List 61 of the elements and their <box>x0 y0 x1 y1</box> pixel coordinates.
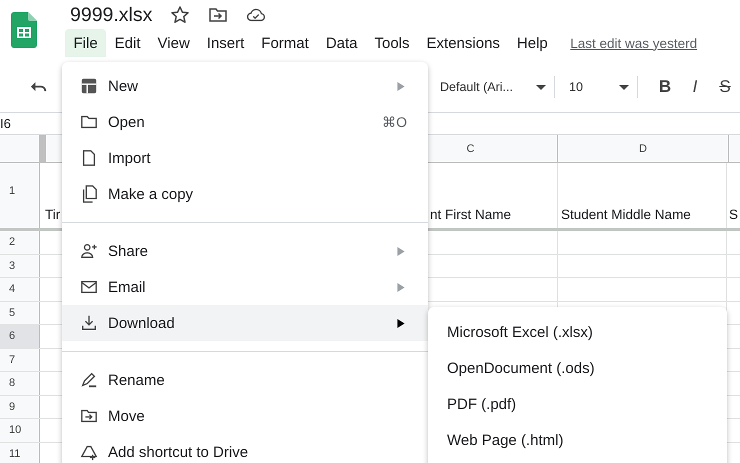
menu-item[interactable]: Edit <box>106 29 150 57</box>
row-header[interactable]: 6 <box>0 325 40 348</box>
star-icon[interactable] <box>170 5 190 25</box>
menu-item[interactable]: Tools <box>366 29 418 57</box>
menu-option[interactable]: Move <box>62 398 428 434</box>
name-box[interactable]: I6 <box>0 116 11 131</box>
row-header[interactable]: 5 <box>0 302 40 324</box>
menu-option[interactable]: Add shortcut to Drive <box>62 434 428 463</box>
row-header[interactable]: 10 <box>0 419 40 442</box>
menu-item[interactable]: Extensions <box>418 29 508 57</box>
menu-item[interactable]: File <box>65 29 106 57</box>
menu-option[interactable]: Share <box>62 233 428 269</box>
row-header[interactable]: 8 <box>0 372 40 394</box>
row-header[interactable]: 1 <box>0 163 40 228</box>
table-cell: Student Middle Name <box>557 163 726 228</box>
caret-icon <box>536 84 546 90</box>
menu-option[interactable]: Web Page (.html) <box>428 422 727 458</box>
row-header[interactable]: 9 <box>0 396 40 418</box>
menu-item[interactable]: Insert <box>198 29 253 57</box>
rename-icon <box>80 371 98 389</box>
table-cell: S <box>726 163 740 228</box>
shortcut-icon <box>80 443 98 461</box>
format-button[interactable]: I <box>680 77 710 97</box>
table-cell-text: nt First Name <box>429 206 512 224</box>
share-icon <box>80 242 98 260</box>
row-header[interactable]: 11 <box>0 442 40 463</box>
menu-item[interactable]: Format <box>252 29 318 57</box>
open-icon <box>80 113 98 131</box>
menu-option[interactable]: Microsoft Excel (.xlsx) <box>428 314 727 350</box>
format-button[interactable]: S <box>710 77 740 97</box>
menu-option[interactable]: New <box>62 68 428 104</box>
freeze-handle[interactable] <box>40 135 46 162</box>
document-title[interactable]: 9999.xlsx <box>70 4 152 26</box>
import-icon <box>80 149 98 167</box>
menu-option[interactable]: PDF (.pdf) <box>428 386 727 422</box>
format-button[interactable]: B <box>650 77 680 97</box>
row-header[interactable]: 3 <box>0 254 40 277</box>
menu-option[interactable]: Make a copy <box>62 176 428 212</box>
table-cell-text: Tir <box>44 206 62 224</box>
menu-option[interactable]: OpenDocument (.ods) <box>428 350 727 386</box>
column-header[interactable]: D <box>557 135 728 162</box>
font-dropdown[interactable]: Default (Ari... <box>440 78 536 96</box>
row-header[interactable]: 7 <box>0 348 40 371</box>
menu-option[interactable]: Rename <box>62 362 428 398</box>
font-size-dropdown[interactable]: 10 <box>567 78 619 96</box>
menu-item[interactable]: View <box>149 29 198 57</box>
undo-icon[interactable] <box>30 80 48 94</box>
copy-icon <box>80 185 98 203</box>
download-icon <box>80 314 98 332</box>
email-icon <box>80 278 98 296</box>
new-icon <box>80 77 98 95</box>
row-header[interactable]: 4 <box>0 278 40 300</box>
menu-item[interactable]: Data <box>317 29 366 57</box>
row-header[interactable]: 2 <box>0 231 40 254</box>
menu-item[interactable]: Help <box>508 29 556 57</box>
sheets-logo-icon[interactable] <box>11 12 37 48</box>
menu-option[interactable]: Download <box>62 305 428 341</box>
last-edit-link[interactable]: Last edit was yesterd <box>570 36 698 50</box>
caret-icon <box>619 84 629 90</box>
move-icon <box>80 407 98 425</box>
menu-option[interactable]: Email <box>62 269 428 305</box>
